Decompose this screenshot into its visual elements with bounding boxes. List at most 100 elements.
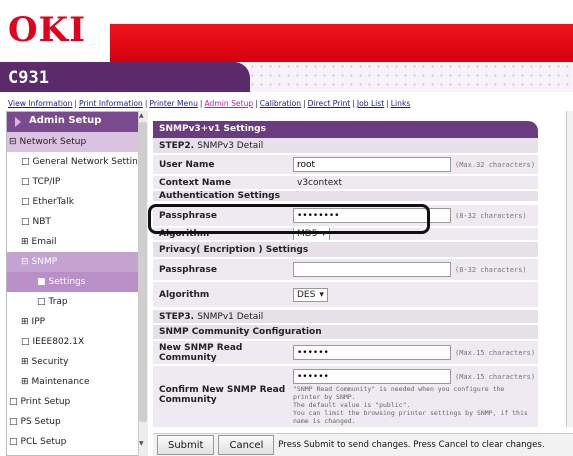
sidebar-item-label: Print Setup	[20, 397, 71, 407]
expand-icon: ⊞	[21, 357, 29, 367]
sidebar-item-general-network-setting[interactable]: □ General Network Setting	[7, 152, 146, 172]
confirm-read-community-row: Confirm New SNMP Read Community (Max.15 …	[153, 366, 538, 427]
sidebar-item-tcp-ip[interactable]: □ TCP/IP	[7, 172, 146, 192]
sidebar-item-ipp[interactable]: ⊞ IPP	[7, 312, 146, 332]
sidebar-scroll-thumb[interactable]	[139, 122, 147, 422]
priv-algorithm-select[interactable]: DES ▾	[293, 287, 328, 302]
chevron-down-icon: ▾	[319, 289, 324, 300]
sidebar-item-label: Email	[31, 237, 57, 247]
sidebar-item-ieee802-1x[interactable]: □ IEEE802.1X	[7, 332, 146, 352]
user-name-row: User Name (Max.32 characters)	[153, 155, 538, 175]
confirm-read-community-field: (Max.15 characters) "SNMP Read Community…	[293, 369, 535, 425]
sidebar-item-label: EtherTalk	[32, 197, 74, 207]
nav-direct-print[interactable]: Direct Print	[308, 99, 351, 108]
sidebar-item-label: Trap	[48, 297, 68, 307]
priv-passphrase-input[interactable]	[293, 262, 451, 277]
sidebar-item-label: NBT	[32, 217, 51, 227]
sidebar-item-label: PS Setup	[20, 417, 61, 427]
auth-settings-row: Authentication Settings	[153, 191, 538, 202]
sidebar-item-label: Network Setup	[19, 137, 87, 147]
expand-icon: ⊞	[21, 377, 29, 387]
sidebar-item-ps-setup[interactable]: □ PS Setup	[7, 412, 146, 432]
collapse-icon: ⊟	[21, 257, 29, 267]
header-red-band	[110, 24, 573, 62]
auth-passphrase-hint: (8-32 characters)	[455, 211, 527, 220]
step3-row: STEP3. SNMPv1 Detail	[153, 310, 538, 324]
expand-icon: ⊞	[21, 237, 29, 247]
sidebar-title[interactable]: Admin Setup	[7, 112, 146, 132]
confirm-read-community-hint: (Max.15 characters)	[455, 372, 536, 381]
sidebar-item-label: TCP/IP	[32, 177, 61, 187]
step2-label: STEP2. SNMPv3 Detail	[159, 140, 264, 151]
header-dot-band	[230, 62, 573, 92]
nav-admin-setup[interactable]: Admin Setup	[204, 99, 253, 108]
cancel-button[interactable]: Cancel	[218, 435, 275, 455]
sidebar-item-maintenance[interactable]: ⊞ Maintenance	[7, 372, 146, 392]
bullet-icon: □	[9, 417, 18, 427]
priv-algorithm-value: DES	[297, 289, 316, 300]
new-read-community-label: New SNMP Read Community	[159, 342, 243, 363]
community-config-row: SNMP Community Configuration	[153, 325, 538, 340]
auth-settings-label: Authentication Settings	[159, 191, 280, 201]
sidebar-item-label: Settings	[48, 277, 86, 287]
expand-icon: ⊞	[21, 317, 29, 327]
nav-view-information[interactable]: View Information	[8, 99, 72, 108]
context-name-label: Context Name	[159, 177, 231, 188]
step2-row: STEP2. SNMPv3 Detail	[153, 138, 538, 154]
priv-passphrase-hint: (8-32 characters)	[455, 265, 527, 274]
nav-links[interactable]: Links	[391, 99, 411, 108]
user-name-input[interactable]	[293, 157, 451, 172]
nav-printer-menu[interactable]: Printer Menu	[149, 99, 198, 108]
new-read-community-row: New SNMP Read Community (Max.15 characte…	[153, 341, 538, 365]
sidebar-item-label: Security	[31, 357, 69, 367]
nav-print-information[interactable]: Print Information	[79, 99, 143, 108]
header: OKI C931	[0, 0, 573, 95]
bullet-icon: □	[37, 297, 46, 307]
user-name-hint: (Max.32 characters)	[455, 160, 536, 169]
step3-label: STEP3. SNMPv1 Detail	[159, 311, 264, 322]
sidebar-item-ethertalk[interactable]: □ EtherTalk	[7, 192, 146, 212]
privacy-settings-row: Privacy( Encription ) Settings	[153, 242, 538, 258]
sidebar-item-label: IEEE802.1X	[32, 337, 85, 347]
sidebar-item-security[interactable]: ⊞ Security	[7, 352, 146, 372]
sidebar-item-label: Maintenance	[31, 377, 90, 387]
bullet-icon: □	[21, 177, 30, 187]
new-read-community-input[interactable]	[293, 345, 451, 360]
priv-algorithm-row: Algorithm DES ▾	[153, 282, 538, 308]
sidebar-item-snmp[interactable]: ⊟ SNMP	[7, 252, 146, 272]
sidebar-title-label: Admin Setup	[29, 115, 102, 126]
sidebar: Admin Setup ⊟ Network Setup □ General Netwo…	[6, 111, 147, 456]
settings-panel: SNMPv3+v1 Settings STEP2. SNMPv3 Detail …	[153, 111, 569, 427]
footer-message: Press Submit to send changes. Press Canc…	[278, 440, 545, 450]
community-config-label: SNMP Community Configuration	[159, 327, 322, 337]
sidebar-item-email[interactable]: ⊞ Email	[7, 232, 146, 252]
scroll-down-icon[interactable]: ▼	[139, 440, 144, 447]
top-nav: View Information | Print Information | Print…	[8, 99, 411, 108]
bullet-icon: ■	[37, 277, 46, 287]
bullet-icon: □	[21, 157, 30, 167]
sidebar-item-network-setup[interactable]: ⊟ Network Setup	[7, 132, 146, 152]
bullet-icon: □	[21, 197, 30, 207]
sidebar-item-pcl-setup[interactable]: □ PCL Setup	[7, 432, 146, 452]
user-name-label: User Name	[159, 159, 215, 170]
sidebar-item-print-setup[interactable]: □ Print Setup	[7, 392, 146, 412]
oki-logo: OKI	[8, 10, 87, 50]
priv-algorithm-label: Algorithm	[159, 289, 210, 300]
sidebar-item-nbt[interactable]: □ NBT	[7, 212, 146, 232]
context-name-row: Context Name v3context	[153, 176, 538, 190]
nav-job-list[interactable]: Job List	[357, 99, 384, 108]
scroll-up-icon[interactable]: ▲	[139, 112, 144, 119]
bullet-icon: □	[21, 217, 30, 227]
confirm-read-community-input[interactable]	[293, 369, 451, 384]
new-read-community-hint: (Max.15 characters)	[455, 348, 536, 357]
section-title: SNMPv3+v1 Settings	[153, 121, 538, 138]
sidebar-item-trap[interactable]: □ Trap	[7, 292, 146, 312]
submit-button[interactable]: Submit	[157, 435, 215, 455]
printer-model: C931	[8, 68, 49, 88]
bullet-icon: □	[21, 337, 30, 347]
collapse-icon: ⊟	[9, 137, 17, 147]
confirm-read-community-label: Confirm New SNMP Read Community	[159, 385, 286, 405]
sidebar-item-settings[interactable]: ■ Settings	[7, 272, 146, 292]
main-scrollbar[interactable]	[566, 111, 573, 427]
nav-calibration[interactable]: Calibration	[260, 99, 301, 108]
